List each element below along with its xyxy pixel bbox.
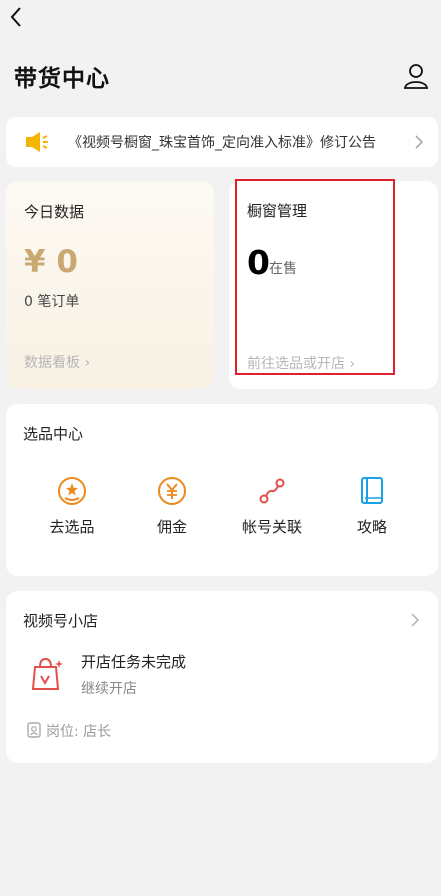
tool-account-link[interactable]: 帐号关联: [222, 476, 322, 556]
tool-guide[interactable]: 攻略: [322, 476, 422, 556]
tool-select-product[interactable]: 去选品: [22, 476, 122, 556]
back-arrow-icon[interactable]: [6, 4, 28, 30]
video-shop-title: 视频号小店: [23, 612, 99, 630]
role-text: 岗位: 店长: [46, 724, 112, 740]
chevron-right-icon[interactable]: [410, 612, 420, 628]
task-title: 开店任务未完成: [81, 653, 187, 671]
top-bar: [0, 0, 441, 40]
commission-yen-icon: [158, 477, 186, 505]
select-center-title: 选品中心: [23, 425, 84, 443]
tool-label: 攻略: [356, 518, 387, 536]
badge-icon: [27, 722, 41, 738]
today-sales-amount: ¥ 0: [24, 244, 78, 280]
on-sale-label: 在售: [269, 261, 297, 277]
chevron-right-icon: [415, 135, 424, 149]
tool-commission[interactable]: 佣金: [122, 476, 222, 556]
shopping-bag-icon: [31, 657, 63, 690]
page-title: 带货中心: [14, 66, 110, 92]
data-board-link[interactable]: 数据看板 ›: [24, 352, 90, 372]
tool-label: 去选品: [49, 518, 95, 536]
on-sale-count: 0: [247, 243, 270, 282]
window-management-title: 橱窗管理: [247, 202, 308, 220]
today-data-title: 今日数据: [24, 203, 85, 221]
task-subtitle: 继续开店: [81, 681, 137, 697]
account-link-icon: [259, 478, 285, 504]
announcement-bar[interactable]: 《视频号橱窗_珠宝首饰_定向准入标准》修订公告: [6, 117, 438, 167]
tool-label: 帐号关联: [241, 518, 302, 536]
user-profile-icon[interactable]: [402, 62, 430, 90]
guide-book-icon: [361, 477, 383, 504]
open-shop-task[interactable]: 开店任务未完成 继续开店: [30, 648, 410, 700]
announcement-text: 《视频号橱窗_珠宝首饰_定向准入标准》修订公告: [68, 135, 376, 151]
go-select-or-open-link[interactable]: 前往选品或开店 ›: [247, 353, 355, 373]
megaphone-icon: [26, 132, 48, 152]
tool-label: 佣金: [156, 518, 187, 536]
select-product-icon: [58, 477, 86, 505]
today-order-count: 0 笔订单: [24, 294, 80, 310]
